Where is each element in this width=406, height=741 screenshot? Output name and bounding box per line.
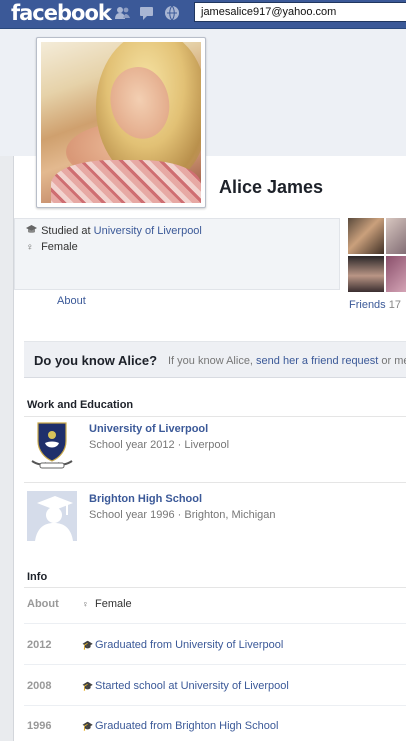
friend-thumbnail[interactable] xyxy=(348,256,384,292)
friends-thumbnails[interactable] xyxy=(348,218,406,292)
university-crest-icon[interactable] xyxy=(30,421,74,473)
send-friend-request-link[interactable]: send her a friend request xyxy=(256,355,378,367)
intro-education: Studied at University of Liverpool xyxy=(26,225,202,237)
info-title: Info xyxy=(27,571,48,583)
info-label: 1996 xyxy=(27,720,52,732)
profile-picture[interactable] xyxy=(36,37,206,208)
intro-gender: ♀ Female xyxy=(26,241,78,253)
info-row: 1996 🎓 Graduated from Brighton High Schoo… xyxy=(24,720,406,740)
row-divider xyxy=(24,705,406,706)
messages-icon[interactable] xyxy=(139,5,156,21)
row-divider xyxy=(24,623,406,624)
search-input[interactable]: jamesalice917@yahoo.com xyxy=(194,2,406,22)
info-label: 2012 xyxy=(27,639,52,651)
graduation-cap-icon xyxy=(26,225,38,237)
know-alice-text: If you know Alice, send her a friend req… xyxy=(168,355,406,367)
notifications-icon[interactable] xyxy=(164,5,181,21)
profile-photo xyxy=(41,42,201,203)
info-event-link[interactable]: 🎓 Started school at University of Liverpo… xyxy=(82,680,289,692)
graduation-cap-icon: 🎓 xyxy=(82,681,94,691)
about-link[interactable]: About xyxy=(57,295,86,307)
work-education-title: Work and Education xyxy=(27,399,134,411)
info-label: 2008 xyxy=(27,680,52,692)
education-item: University of Liverpool School year 2012… xyxy=(24,421,406,491)
intro-school-link[interactable]: University of Liverpool xyxy=(94,225,202,237)
friend-thumbnail[interactable] xyxy=(348,218,384,254)
graduation-cap-icon: 🎓 xyxy=(82,640,94,650)
section-divider xyxy=(24,482,406,483)
info-row: 2012 🎓 Graduated from University of Liver… xyxy=(24,639,406,659)
facebook-logo[interactable]: facebook xyxy=(11,1,112,25)
info-value: ♀ Female xyxy=(82,598,132,610)
section-divider xyxy=(24,416,406,417)
info-row: About ♀ Female xyxy=(24,598,406,618)
info-event-link[interactable]: 🎓 Graduated from Brighton High School xyxy=(82,720,278,732)
graduation-placeholder-icon[interactable] xyxy=(27,491,77,541)
info-label: About xyxy=(27,598,59,610)
section-divider xyxy=(24,587,406,588)
friends-count: 17 xyxy=(388,299,401,311)
education-item: Brighton High School School year 1996 · … xyxy=(24,491,406,561)
education-detail: School year 2012 · Liverpool xyxy=(89,439,230,451)
education-name[interactable]: University of Liverpool xyxy=(89,423,208,435)
graduation-cap-icon: 🎓 xyxy=(82,721,94,731)
education-detail: School year 1996 · Brighton, Michigan xyxy=(89,509,276,521)
info-row: 2008 🎓 Started school at University of Li… xyxy=(24,680,406,700)
know-alice-bar: Do you know Alice? If you know Alice, se… xyxy=(24,341,406,378)
female-icon: ♀ xyxy=(82,599,89,609)
education-name[interactable]: Brighton High School xyxy=(89,493,202,505)
friends-icon[interactable] xyxy=(114,5,131,21)
row-divider xyxy=(24,664,406,665)
profile-name[interactable]: Alice James xyxy=(219,177,323,198)
friend-thumbnail[interactable] xyxy=(386,256,406,292)
top-bar: facebook jamesalice917@yahoo.com xyxy=(0,0,406,29)
info-event-link[interactable]: 🎓 Graduated from University of Liverpool xyxy=(82,639,283,651)
friends-link[interactable]: Friends 17 xyxy=(349,299,401,311)
friend-thumbnail[interactable] xyxy=(386,218,406,254)
female-icon: ♀ xyxy=(26,242,34,253)
know-alice-title: Do you know Alice? xyxy=(34,353,158,368)
